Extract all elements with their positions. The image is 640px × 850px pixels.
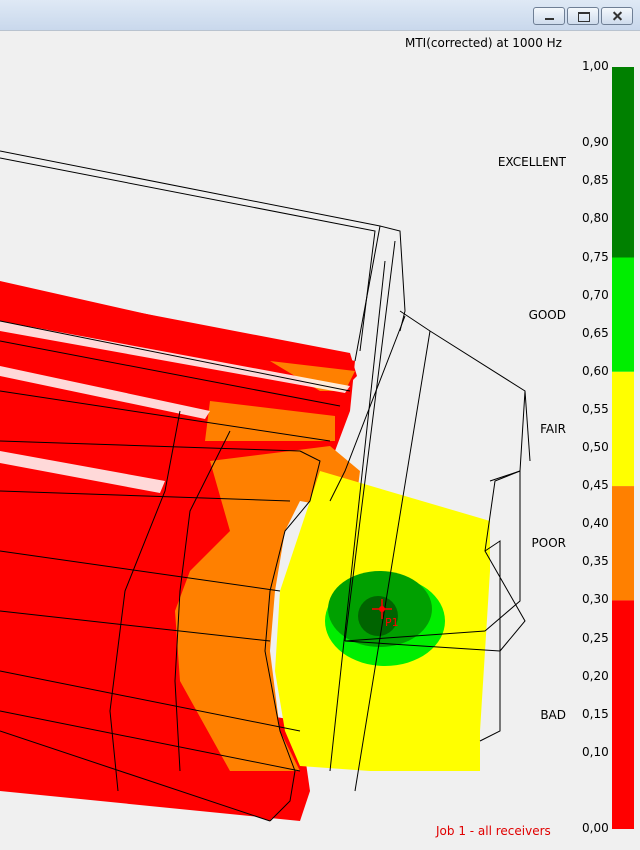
- legend-band-bad: [612, 600, 634, 829]
- legend-tick: 0,10: [582, 744, 609, 759]
- close-button[interactable]: [601, 7, 633, 25]
- plot-title: MTI(corrected) at 1000 Hz: [405, 36, 562, 50]
- room-3d-view[interactable]: P1: [0, 31, 640, 850]
- legend-tick: 0,55: [582, 401, 609, 416]
- mti-colormap: [0, 281, 490, 821]
- plot-footer: Job 1 - all receivers: [436, 824, 551, 838]
- legend-tick: 1,00: [582, 59, 609, 73]
- legend-tick: 0,30: [582, 592, 609, 607]
- legend-tick: 0,65: [582, 325, 609, 340]
- maximize-icon: [568, 8, 598, 24]
- legend-band-label: POOR: [531, 536, 566, 551]
- legend-band-fair: [612, 371, 634, 487]
- receiver-label: P1: [385, 616, 399, 629]
- legend-tick: 0,15: [582, 706, 609, 721]
- legend-tick: 0,50: [582, 440, 609, 454]
- legend-tick: 0,90: [582, 135, 609, 150]
- legend-tick: 0,70: [582, 287, 609, 302]
- legend-tick: 0,45: [582, 478, 609, 493]
- legend-tick: 0,00: [582, 821, 609, 835]
- minimize-icon: [534, 8, 564, 24]
- legend-tick: 0,60: [582, 363, 609, 378]
- legend-band-good: [612, 257, 634, 372]
- legend-band-label: EXCELLENT: [497, 155, 566, 170]
- legend-tick: 0,35: [582, 554, 609, 569]
- legend-band-poor: [612, 486, 634, 601]
- legend-tick: 0,75: [582, 249, 609, 264]
- plot-window-client: P1 1,00 0,90 0,85 0,80 0,75 0,70 0,65 0,60 0,55 0…: [0, 30, 640, 849]
- close-icon: [602, 8, 632, 24]
- legend-tick: 0,85: [582, 173, 609, 188]
- legend-band-excellent: [612, 67, 634, 258]
- legend-tick: 0,80: [582, 211, 609, 226]
- legend-band-label: FAIR: [540, 421, 566, 436]
- legend-colorbar: [612, 67, 634, 829]
- legend-band-label: BAD: [540, 707, 566, 722]
- maximize-button[interactable]: [567, 7, 599, 25]
- legend-band-label: GOOD: [528, 307, 566, 322]
- legend-tick: 0,25: [582, 630, 609, 645]
- legend-tick: 0,20: [582, 668, 609, 683]
- minimize-button[interactable]: [533, 7, 565, 25]
- window-titlebar: [0, 0, 640, 30]
- legend-tick: 0,40: [582, 516, 609, 531]
